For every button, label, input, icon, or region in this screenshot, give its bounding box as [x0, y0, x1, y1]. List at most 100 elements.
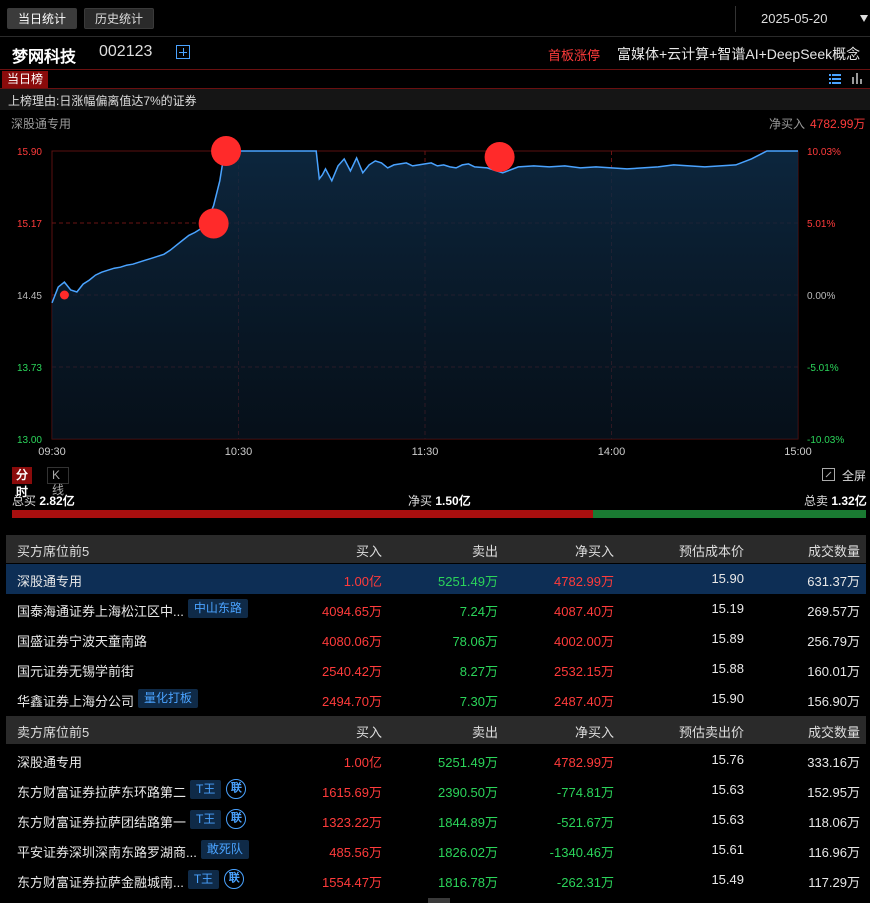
- seat-name[interactable]: 东方财富证券拉萨金融城南...: [17, 872, 184, 891]
- scroll-handle[interactable]: [428, 898, 450, 903]
- table-row[interactable]: 国泰海通证券上海松江区中... 4094.65万 7.24万 4087.40万 15.1…: [6, 594, 866, 624]
- intraday-chart[interactable]: 15.90 15.17 14.45 13.73 13.00 10.03% 5.01% 0.0…: [0, 135, 870, 460]
- col-seat-header: 买方席位前5: [17, 544, 90, 559]
- tab-kline[interactable]: K线: [47, 467, 69, 497]
- sell-amount: 1844.89万: [438, 815, 498, 830]
- seat-name[interactable]: 东方财富证券拉萨团结路第一: [17, 812, 186, 831]
- fullscreen-label[interactable]: 全屏: [842, 467, 866, 484]
- volume: 256.79万: [807, 634, 860, 649]
- table-row[interactable]: 国元证券无锡学前街 2540.42万 8.27万 2532.15万 15.88 160.0…: [6, 654, 866, 684]
- buy-amount: 4080.06万: [322, 634, 382, 649]
- volume: 117.29万: [808, 875, 860, 890]
- est-price: 15.49: [711, 872, 744, 887]
- net-amount: 4782.99万: [554, 755, 614, 770]
- seat-name[interactable]: 国泰海通证券上海松江区中...: [17, 601, 184, 620]
- table-row[interactable]: 东方财富证券拉萨团结路第一 1323.22万 1844.89万 -521.67万 15.…: [6, 805, 866, 835]
- buy-amount: 1615.69万: [322, 785, 382, 800]
- seat-tag-badge[interactable]: 量化打板: [138, 689, 199, 708]
- chart-seat-title: 深股通专用: [11, 117, 72, 131]
- col-volume-header[interactable]: 成交数量: [808, 722, 860, 741]
- sell-amount: 1816.78万: [438, 875, 498, 890]
- table-row[interactable]: 东方财富证券拉萨东环路第二 1615.69万 2390.50万 -774.81万 15.…: [6, 775, 866, 805]
- seat-name[interactable]: 深股通专用: [17, 571, 82, 590]
- stock-code: 002123: [99, 43, 153, 60]
- x-tick: 11:30: [412, 446, 439, 458]
- col-net-header[interactable]: 净买入: [575, 541, 614, 560]
- linked-seat-icon[interactable]: 联: [226, 809, 247, 829]
- stock-info-bar: 梦网科技 002123 首板涨停 富媒体+云计算+智谱AI+DeepSeek概念: [0, 37, 870, 68]
- y-tick-right: 5.01%: [807, 219, 835, 230]
- trade-marker[interactable]: [211, 136, 242, 166]
- col-seat-header: 卖方席位前5: [17, 725, 90, 740]
- seat-tag-badge[interactable]: 中山东路: [187, 599, 248, 618]
- sell-amount: 5251.49万: [438, 755, 498, 770]
- seat-name[interactable]: 平安证券深圳深南东路罗湖商...: [17, 842, 197, 861]
- total-buy: 总买 2.82亿: [12, 494, 75, 508]
- seat-tag-badge[interactable]: T王: [190, 780, 222, 799]
- y-tick-right: 0.00%: [807, 291, 835, 302]
- trade-marker[interactable]: [198, 208, 229, 239]
- seat-name[interactable]: 国盛证券宁波天童南路: [17, 631, 147, 650]
- stock-name: 梦网科技: [12, 49, 77, 66]
- est-price: 15.90: [711, 571, 744, 586]
- seat-name[interactable]: 华鑫证券上海分公司: [17, 691, 134, 710]
- date-value: 2025-05-20: [761, 11, 828, 26]
- buy-amount: 2540.42万: [322, 664, 382, 679]
- list-view-icon[interactable]: [829, 73, 841, 84]
- tab-today-stats[interactable]: 当日统计: [7, 8, 78, 29]
- total-sell: 总卖 1.32亿: [804, 494, 867, 508]
- net-amount: -521.67万: [556, 815, 614, 830]
- col-price-header[interactable]: 预估成本价: [679, 541, 744, 560]
- est-price: 15.19: [711, 601, 744, 616]
- y-tick-right: -10.03%: [807, 435, 844, 446]
- col-sell-header[interactable]: 卖出: [472, 541, 498, 560]
- tab-intraday[interactable]: 分时: [12, 467, 33, 499]
- net-amount: 2532.15万: [554, 664, 614, 679]
- x-tick: 10:30: [225, 446, 253, 458]
- table-row[interactable]: 平安证券深圳深南东路罗湖商... 485.56万 1826.02万 -1340.46万…: [6, 835, 866, 865]
- seat-name[interactable]: 东方财富证券拉萨东环路第二: [17, 782, 186, 801]
- table-row[interactable]: 深股通专用 1.00亿 5251.49万 4782.99万 15.76 333.16万: [6, 745, 866, 775]
- table-row[interactable]: 华鑫证券上海分公司 2494.70万 7.30万 2487.40万 15.90 156.9…: [6, 684, 866, 714]
- trade-marker[interactable]: [484, 141, 515, 172]
- x-tick: 14:00: [598, 446, 626, 458]
- net-amount: -774.81万: [556, 785, 614, 800]
- net-amount: 4087.40万: [554, 604, 614, 619]
- tab-history-stats[interactable]: 历史统计: [84, 8, 155, 29]
- concept-tags: 富媒体+云计算+智谱AI+DeepSeek概念: [617, 46, 861, 62]
- sell-amount: 2390.50万: [438, 785, 498, 800]
- table-row[interactable]: 深股通专用 1.00亿 5251.49万 4782.99万 15.90 631.37万: [6, 564, 866, 594]
- y-tick-left: 13.73: [17, 363, 42, 374]
- bar-chart-icon[interactable]: [851, 73, 863, 84]
- sell-amount: 78.06万: [452, 634, 498, 649]
- fullscreen-icon[interactable]: [822, 468, 835, 481]
- rank-label: 当日榜: [2, 71, 49, 88]
- rank-title-bar: 当日榜: [0, 69, 870, 89]
- net-amount: 4782.99万: [554, 574, 614, 589]
- table-row[interactable]: 国盛证券宁波天童南路 4080.06万 78.06万 4002.00万 15.89 256…: [6, 624, 866, 654]
- y-tick-left: 13.00: [17, 435, 42, 446]
- trade-marker[interactable]: [59, 290, 69, 300]
- seat-tag-badge[interactable]: T王: [190, 810, 222, 829]
- col-price-header[interactable]: 预估卖出价: [679, 722, 744, 741]
- linked-seat-icon[interactable]: 联: [226, 779, 247, 799]
- net-amount: -1340.46万: [549, 845, 614, 860]
- col-volume-header[interactable]: 成交数量: [808, 541, 860, 560]
- caret-down-icon[interactable]: [860, 15, 868, 22]
- total-buy-value: 2.82亿: [39, 494, 75, 508]
- linked-seat-icon[interactable]: 联: [224, 869, 245, 889]
- table-row[interactable]: 东方财富证券拉萨金融城南... 1554.47万 1816.78万 -262.31万 1…: [6, 865, 866, 895]
- seat-name[interactable]: 国元证券无锡学前街: [17, 661, 134, 680]
- col-buy-header[interactable]: 买入: [356, 541, 382, 560]
- chart-net-label: 净买入: [769, 117, 806, 131]
- seat-tag-badge[interactable]: 敢死队: [200, 840, 249, 859]
- seat-tag-badge[interactable]: T王: [187, 870, 220, 889]
- col-sell-header[interactable]: 卖出: [472, 722, 498, 741]
- y-tick-right: 10.03%: [807, 147, 841, 158]
- add-watchlist-icon[interactable]: [176, 45, 190, 59]
- col-net-header[interactable]: 净买入: [575, 722, 614, 741]
- seat-name[interactable]: 深股通专用: [17, 752, 82, 771]
- date-picker[interactable]: 2025-05-20: [735, 6, 870, 32]
- col-buy-header[interactable]: 买入: [356, 722, 382, 741]
- listing-reason: 上榜理由:日涨幅偏离值达7%的证券: [8, 94, 197, 108]
